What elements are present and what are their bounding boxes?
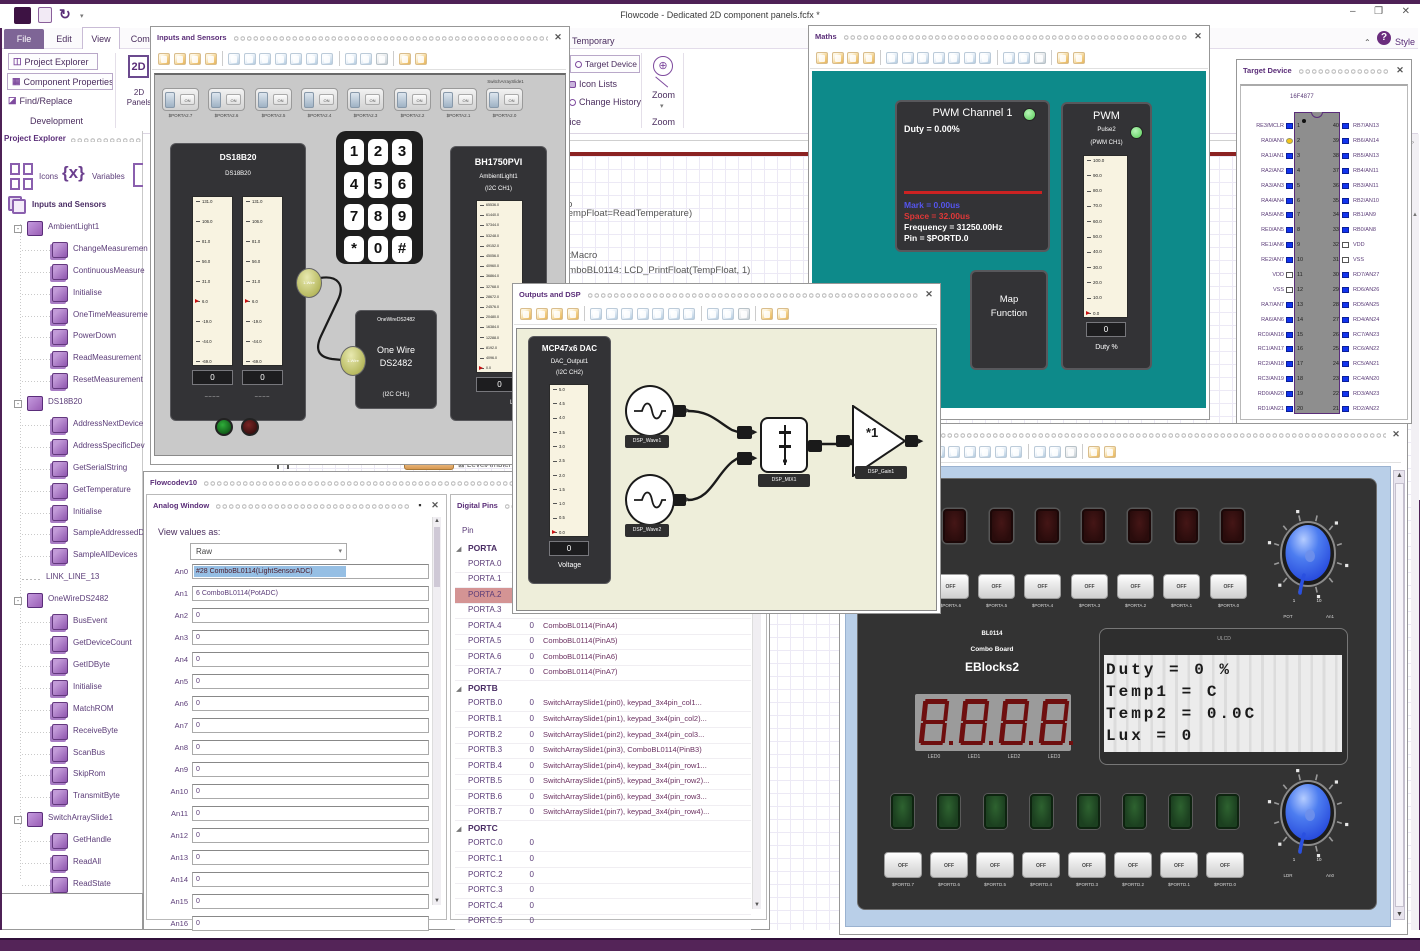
- svg-text:*1: *1: [866, 425, 878, 440]
